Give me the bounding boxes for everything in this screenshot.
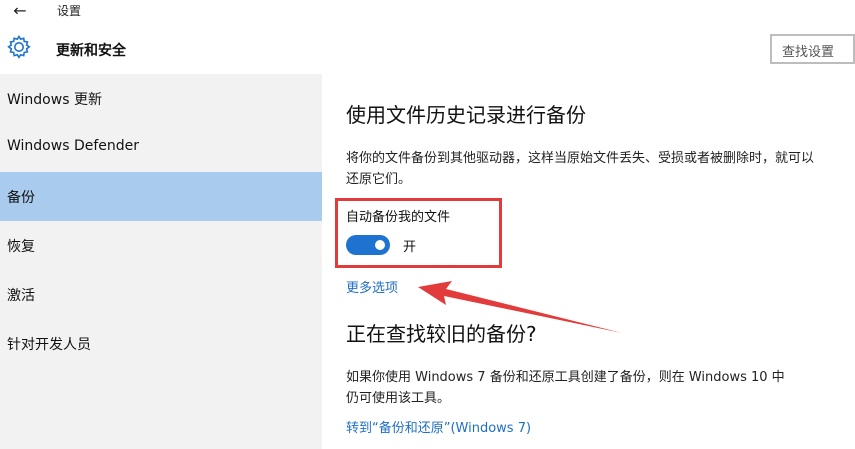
title-bar: ← 设置	[0, 0, 855, 22]
sidebar-item-activation[interactable]: 激活	[0, 270, 322, 319]
backup-description: 将你的文件备份到其他驱动器，这样当原始文件丢失、受损或者被删除时，就可以还原它们…	[346, 151, 815, 187]
app-title: 设置	[57, 4, 82, 18]
page-title: 更新和安全	[56, 43, 126, 59]
more-options-link[interactable]: 更多选项	[346, 277, 398, 296]
sidebar: Windows 更新 Windows Defender 备份 恢复 激活 针对开…	[0, 74, 322, 449]
sidebar-item-windows-defender[interactable]: Windows Defender	[0, 123, 322, 172]
sidebar-item-windows-update[interactable]: Windows 更新	[0, 74, 322, 123]
search-input[interactable]: 查找设置	[770, 34, 855, 64]
backup-heading: 使用文件历史记录进行备份	[346, 103, 586, 127]
toggle-knob	[375, 240, 385, 250]
toggle-state-label: 开	[403, 240, 417, 255]
auto-backup-label: 自动备份我的文件	[346, 210, 451, 225]
goto-backup-restore-link[interactable]: 转到“备份和还原”(Windows 7)	[346, 417, 531, 436]
auto-backup-toggle[interactable]	[346, 235, 390, 255]
header: 更新和安全 查找设置	[0, 22, 855, 74]
sidebar-item-recovery[interactable]: 恢复	[0, 221, 322, 270]
older-backup-heading: 正在查找较旧的备份?	[346, 322, 537, 346]
older-backup-description: 如果你使用 Windows 7 备份和还原工具创建了备份，则在 Windows …	[346, 370, 785, 406]
sidebar-item-backup[interactable]: 备份	[0, 172, 322, 221]
gear-icon	[7, 34, 31, 59]
back-arrow-icon: ←	[13, 0, 27, 20]
back-button[interactable]: ←	[8, 0, 32, 20]
sidebar-item-developers[interactable]: 针对开发人员	[0, 319, 322, 368]
